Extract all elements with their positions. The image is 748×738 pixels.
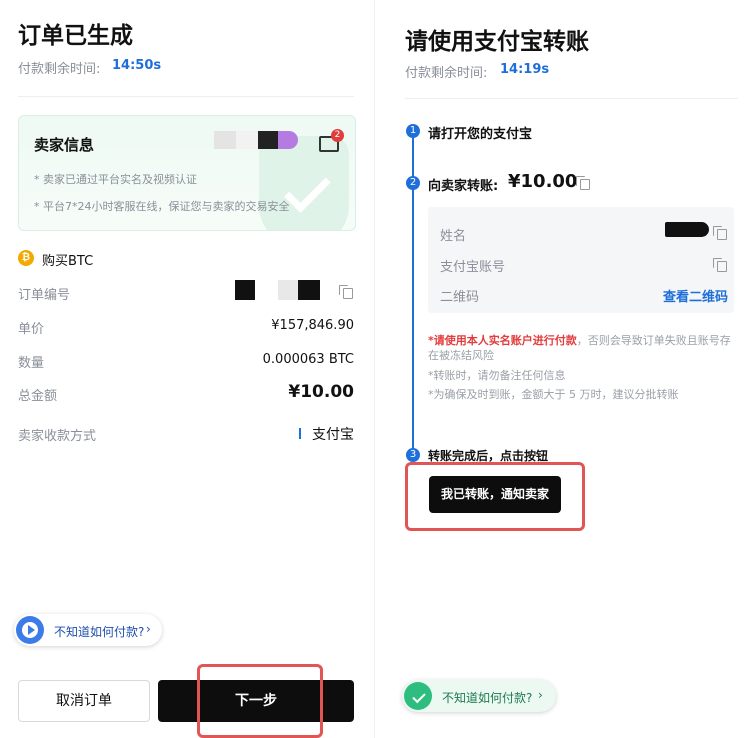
copy-icon[interactable]	[339, 285, 353, 299]
payment-method-value: 支付宝	[312, 427, 354, 443]
copy-icon[interactable]	[576, 176, 590, 190]
step-text: 请打开您的支付宝	[428, 127, 533, 142]
help-text: 不知道如何付款?	[54, 625, 145, 639]
order-number-redacted	[278, 280, 298, 300]
payment-help-button[interactable]: 不知道如何付款? ›	[14, 614, 162, 646]
seller-note: * 平台7*24小时客服在线，保证您与卖家的交易安全	[34, 200, 290, 213]
name-redacted	[665, 222, 709, 237]
play-icon	[16, 616, 44, 644]
transfer-title: 请使用支付宝转账	[405, 29, 589, 55]
transfer-amount: ¥10.00	[508, 171, 578, 192]
message-count-badge: 2	[331, 129, 344, 142]
step-number: 3	[406, 448, 420, 462]
copy-icon[interactable]	[713, 258, 727, 272]
price-label: 单价	[18, 322, 45, 337]
warning-note: *请使用本人实名账户进行付款，否则会导致订单失败且账号存在被冻结风险	[428, 334, 731, 362]
payee-info-box: 姓名 支付宝账号 二维码 查看二维码	[428, 207, 734, 313]
header-divider	[18, 96, 354, 97]
qr-label: 二维码	[440, 290, 480, 305]
bitcoin-icon: ₿	[18, 250, 34, 266]
chevron-right-icon: ›	[146, 622, 151, 636]
seller-heading: 卖家信息	[34, 136, 95, 154]
timer-label: 付款剩余时间:	[18, 62, 101, 77]
highlight-box	[405, 462, 585, 531]
seller-note: * 卖家已通过平台实名及视频认证	[34, 173, 197, 186]
payment-method-label: 卖家收款方式	[18, 429, 97, 444]
account-label: 支付宝账号	[440, 260, 506, 275]
step-number: 1	[406, 124, 420, 138]
info-note: *为确保及时到账，金额大于 5 万时，建议分批转账	[428, 388, 679, 401]
timer-label: 付款剩余时间:	[405, 66, 488, 81]
seller-avatar-blur	[258, 131, 278, 149]
alipay-mark-icon	[299, 428, 301, 439]
copy-icon[interactable]	[713, 226, 727, 240]
total-value: ¥10.00	[288, 382, 354, 402]
timer-value: 14:19s	[500, 62, 550, 77]
shield-check-icon	[404, 682, 432, 710]
name-label: 姓名	[440, 229, 467, 244]
note-text: 为确保及时到账，金额大于 5 万时，建议分批转账	[433, 388, 679, 401]
order-number-label: 订单编号	[18, 288, 71, 303]
quantity-label: 数量	[18, 356, 45, 371]
note-text: 转账时，请勿备注任何信息	[433, 369, 566, 382]
total-label: 总金额	[18, 389, 58, 404]
step-text: 向卖家转账:	[428, 179, 499, 194]
cancel-order-button[interactable]: 取消订单	[18, 680, 150, 722]
price-value: ¥157,846.90	[271, 318, 354, 333]
view-qr-link[interactable]: 查看二维码	[663, 286, 728, 305]
chevron-right-icon: ›	[538, 688, 543, 702]
header-divider	[405, 98, 738, 99]
order-number-redacted	[235, 280, 255, 300]
buy-label: 购买BTC	[42, 254, 94, 269]
payment-help-button[interactable]: 不知道如何付款? ›	[402, 680, 556, 712]
order-title: 订单已生成	[18, 23, 133, 49]
help-text: 不知道如何付款?	[442, 691, 533, 705]
warning-highlight: 请使用本人实名账户进行付款	[433, 334, 577, 347]
highlight-box	[197, 664, 323, 738]
seller-avatar	[278, 131, 298, 149]
seller-avatar-blur	[236, 131, 258, 149]
step-number: 2	[406, 176, 420, 190]
seller-info-card: 卖家信息 2 * 卖家已通过平台实名及视频认证 * 平台7*24小时客服在线，保…	[18, 115, 356, 231]
order-number-redacted	[298, 280, 320, 300]
panel-divider	[374, 0, 375, 738]
quantity-value: 0.000063 BTC	[262, 352, 354, 367]
seller-avatar-blur	[214, 131, 236, 149]
info-note: *转账时，请勿备注任何信息	[428, 369, 566, 382]
timer-value: 14:50s	[112, 58, 162, 73]
